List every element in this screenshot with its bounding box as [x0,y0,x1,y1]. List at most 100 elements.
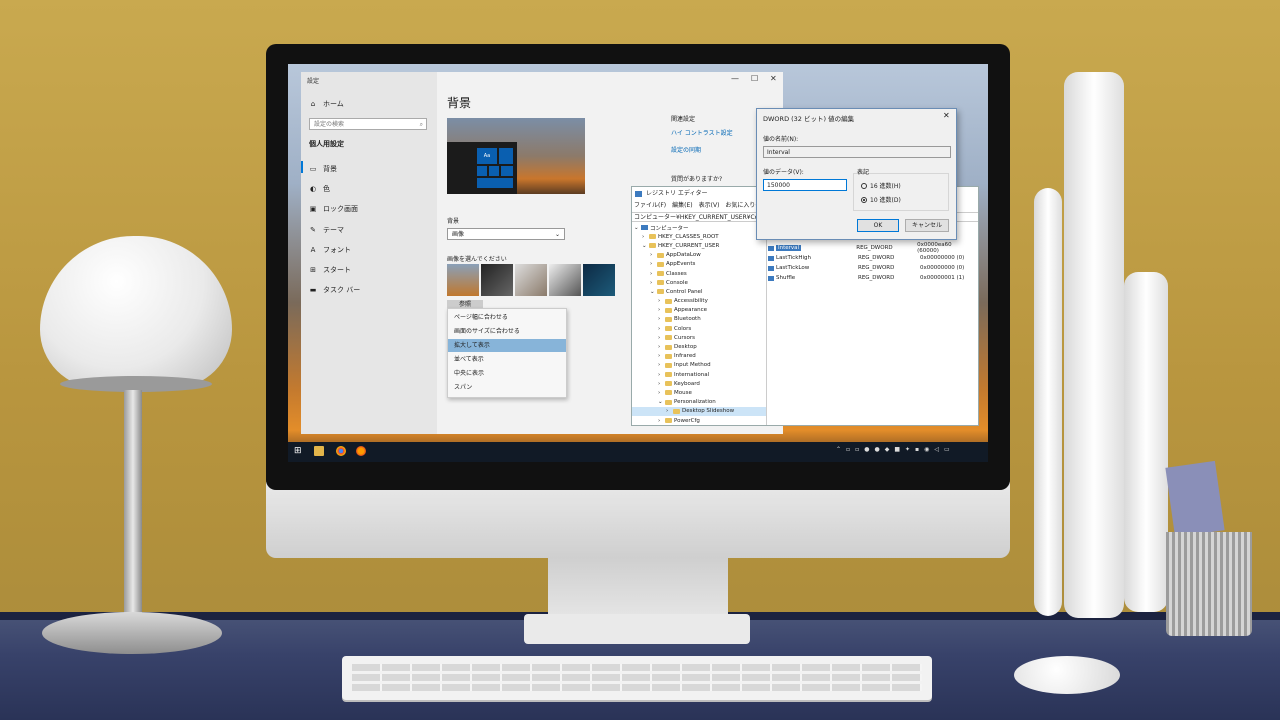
chevron-right-icon[interactable]: › [650,261,655,267]
chevron-down-icon[interactable]: ⌄ [634,225,639,231]
menu-item-tile[interactable]: 並べて表示 [448,353,566,366]
sidebar-item-fonts[interactable]: A フォント [309,245,351,255]
tree-node[interactable]: ⌄ コンピューター [632,223,766,232]
tray-app-icon[interactable]: ▫ [855,446,859,453]
chevron-down-icon[interactable]: ⌄ [658,399,663,405]
image-thumbnail[interactable] [549,264,581,296]
dialog-close-button[interactable]: ✕ [943,111,950,120]
notification-icon[interactable]: ▭ [944,446,950,453]
menu-item-center[interactable]: 中央に表示 [448,367,566,380]
home-link[interactable]: ⌂ ホーム [309,99,344,109]
registry-value-row[interactable]: LastTickLow REG_DWORD 0x00000000 (0) [768,263,974,273]
tray-app-icon[interactable]: ● [864,446,869,453]
windows-start-icon[interactable]: ⊞ [294,446,304,456]
menu-item-span[interactable]: スパン [448,381,566,394]
tree-node[interactable]: › PowerCfg [632,416,766,425]
registry-value-row[interactable]: Shuffle REG_DWORD 0x00000001 (1) [768,273,974,283]
tree-node[interactable]: › Input Method [632,361,766,370]
tree-node[interactable]: ⌄ Personalization [632,398,766,407]
menu-item-fill-width[interactable]: ページ幅に合わせる [448,311,566,324]
chevron-down-icon[interactable]: ⌄ [650,289,655,295]
chevron-right-icon[interactable]: › [658,362,663,368]
tree-node[interactable]: › AppEvents [632,260,766,269]
chevron-right-icon[interactable]: › [658,372,663,378]
dword-icon [768,255,774,261]
chrome-icon[interactable] [336,446,346,456]
chevron-right-icon[interactable]: › [658,335,663,341]
tree-node[interactable]: › Infrared [632,352,766,361]
tree-node[interactable]: › Keyboard [632,379,766,388]
tree-node[interactable]: ⌄ HKEY_CURRENT_USER [632,241,766,250]
value-data-input[interactable]: 150000 [763,179,847,191]
tree-node[interactable]: › Colors [632,324,766,333]
chevron-right-icon[interactable]: › [650,271,655,277]
chevron-down-icon[interactable]: ⌄ [642,243,647,249]
tree-node[interactable]: › Accessibility [632,297,766,306]
tree-node[interactable]: › AppDataLow [632,251,766,260]
chevron-right-icon[interactable]: › [666,408,671,414]
sidebar-item-color[interactable]: ◐ 色 [309,184,330,194]
chevron-right-icon[interactable]: › [658,344,663,350]
close-button[interactable]: ✕ [770,74,777,83]
sidebar-item-start[interactable]: ⊞ スタート [309,265,351,275]
tray-app-icon[interactable]: ▫ [846,446,850,453]
tree-node[interactable]: ⌄ Control Panel [632,287,766,296]
ok-button[interactable]: OK [857,219,899,232]
tree-node[interactable]: › Desktop [632,342,766,351]
tree-node[interactable]: › Appearance [632,306,766,315]
tree-node[interactable]: › International [632,370,766,379]
firefox-icon[interactable] [356,446,366,456]
menu-item-fit[interactable]: 画面のサイズに合わせる [448,325,566,338]
tray-app-icon[interactable]: ◆ [885,446,890,453]
tree-node[interactable]: › Desktop Slideshow [632,406,766,416]
chevron-right-icon[interactable]: › [658,316,663,322]
image-thumbnail[interactable] [583,264,615,296]
volume-icon[interactable]: ◁ [934,446,939,453]
minimize-button[interactable]: — [731,74,739,83]
radio-decimal[interactable]: 10 進数(D) [861,195,901,204]
sidebar-item-taskbar[interactable]: ▬ タスク バー [309,285,361,295]
chevron-right-icon[interactable]: › [658,390,663,396]
tray-app-icon[interactable]: ✦ [905,446,910,453]
menu-view[interactable]: 表示(V) [699,201,720,211]
background-type-dropdown[interactable]: 画像 ⌄ [447,228,565,240]
image-thumbnail[interactable] [515,264,547,296]
tree-node[interactable]: › Bluetooth [632,315,766,324]
chevron-right-icon[interactable]: › [650,252,655,258]
tree-node[interactable]: › Classes [632,269,766,278]
image-thumbnail[interactable] [447,264,479,296]
chevron-right-icon[interactable]: › [658,307,663,313]
chevron-right-icon[interactable]: › [650,280,655,286]
chevron-right-icon[interactable]: › [642,234,647,240]
radio-hex[interactable]: 16 進数(H) [861,181,901,190]
chevron-right-icon[interactable]: › [658,353,663,359]
chevron-right-icon[interactable]: › [658,381,663,387]
sidebar-item-lock-screen[interactable]: ▣ ロック画面 [309,204,358,214]
cancel-button[interactable]: キャンセル [905,219,949,232]
menu-item-stretch[interactable]: 拡大して表示 [448,339,566,352]
tree-node[interactable]: › Console [632,278,766,287]
image-thumbnail[interactable] [481,264,513,296]
tray-app-icon[interactable]: ● [874,446,879,453]
sync-settings-link[interactable]: 設定の同期 [671,145,701,154]
tree-node[interactable]: › Mouse [632,388,766,397]
sidebar-item-background[interactable]: ▭ 背景 [309,164,337,174]
tree-node[interactable]: › Cursors [632,333,766,342]
file-explorer-icon[interactable] [314,446,324,456]
tree-node[interactable]: › HKEY_CLASSES_ROOT [632,232,766,241]
menu-file[interactable]: ファイル(F) [634,201,666,211]
high-contrast-link[interactable]: ハイ コントラスト設定 [671,128,733,137]
registry-value-row[interactable]: LastTickHigh REG_DWORD 0x00000000 (0) [768,253,974,263]
menu-edit[interactable]: 編集(E) [672,201,692,211]
sidebar-item-themes[interactable]: ✎ テーマ [309,225,344,235]
chevron-up-icon[interactable]: ⌃ [836,446,841,453]
tray-app-icon[interactable]: ■ [894,446,900,453]
chevron-right-icon[interactable]: › [658,298,663,304]
chevron-right-icon[interactable]: › [658,326,663,332]
registry-value-row[interactable]: Interval REG_DWORD 0x0000ea60 (60000) [768,242,974,254]
chevron-right-icon[interactable]: › [658,418,663,424]
search-input[interactable]: 設定の検索 ⌕ [309,118,427,130]
tray-app-icon[interactable]: ▪ [915,446,919,453]
network-icon[interactable]: ◉ [924,446,929,453]
maximize-button[interactable]: ☐ [751,74,758,83]
